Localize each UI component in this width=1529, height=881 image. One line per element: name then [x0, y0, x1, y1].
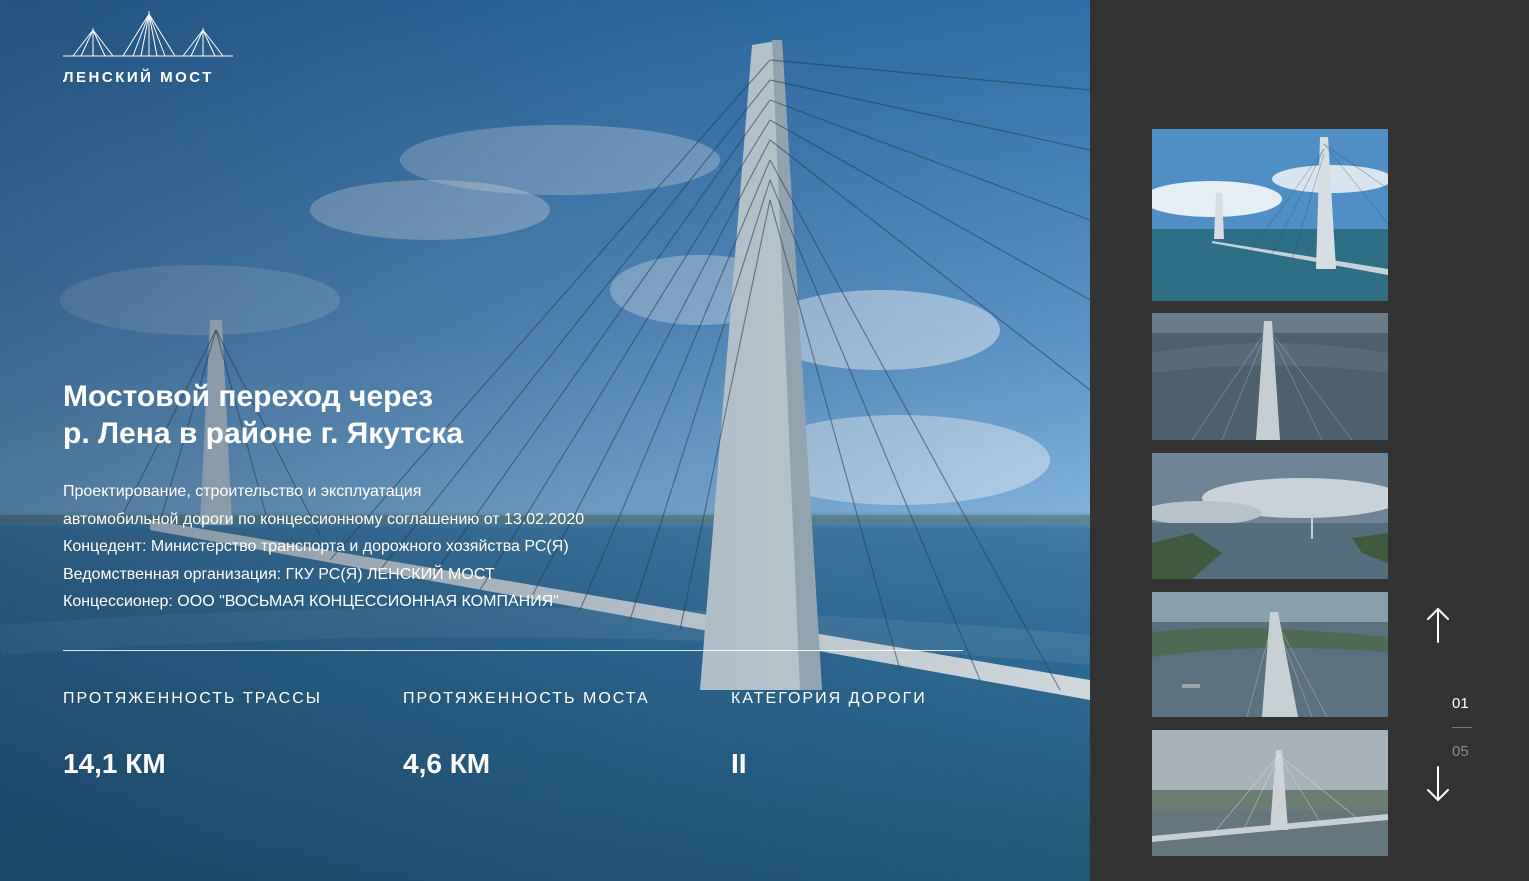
description-line: автомобильной дороги по концессионному с…	[63, 510, 585, 528]
arrow-up-icon[interactable]	[1422, 606, 1454, 646]
slide-thumbnail-2[interactable]	[1152, 313, 1388, 440]
slide-thumbnail-3[interactable]	[1152, 453, 1388, 579]
divider	[63, 650, 963, 651]
page-title: Мостовой переход через р. Лена в районе …	[63, 378, 463, 452]
stat-value: 14,1 КМ	[63, 748, 166, 779]
stat-label: ПРОТЯЖЕННОСТЬ ТРАССЫ	[63, 690, 322, 707]
description-line: Проектирование, строительство и эксплуат…	[63, 483, 422, 500]
slide-counter-divider	[1452, 727, 1472, 728]
stat-label: КАТЕГОРИЯ ДОРОГИ	[731, 690, 927, 707]
title-line-2: р. Лена в районе г. Якутска	[63, 417, 464, 450]
stat-bridge-length: ПРОТЯЖЕННОСТЬ МОСТА 4,6 КМ	[403, 690, 650, 780]
stat-label: ПРОТЯЖЕННОСТЬ МОСТА	[403, 690, 650, 707]
slide-thumbnail-5[interactable]	[1152, 730, 1388, 856]
slide-counter-current: 01	[1452, 695, 1469, 712]
description-line: Ведомственная организация: ГКУ РС(Я) ЛЕН…	[63, 565, 495, 583]
title-line-1: Мостовой переход через	[63, 380, 434, 413]
stat-route-length: ПРОТЯЖЕННОСТЬ ТРАССЫ 14,1 КМ	[63, 690, 322, 780]
slide-counter-total: 05	[1452, 743, 1469, 760]
logo-text[interactable]: ЛЕНСКИЙ МОСТ	[63, 69, 214, 86]
stat-road-category: КАТЕГОРИЯ ДОРОГИ II	[731, 690, 927, 780]
stat-value: 4,6 КМ	[403, 748, 491, 779]
stat-value: II	[731, 748, 747, 779]
project-description: Проектирование, строительство и эксплуат…	[63, 478, 584, 616]
description-line: Концессионер: ООО "ВОСЬМАЯ КОНЦЕССИОННАЯ…	[63, 593, 559, 610]
slide-thumbnail-1[interactable]	[1152, 129, 1388, 301]
arrow-down-icon[interactable]	[1422, 764, 1454, 804]
slide-thumbnail-4[interactable]	[1152, 592, 1388, 717]
description-line: Концедент: Министерство транспорта и дор…	[63, 538, 569, 555]
